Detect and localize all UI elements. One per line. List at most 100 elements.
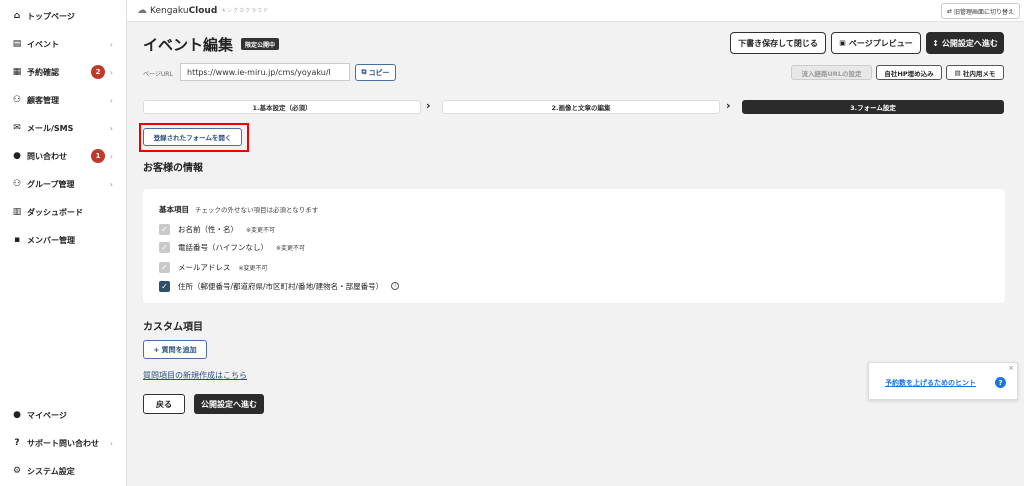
logo-prefix: Kengaku [150,5,189,16]
calendar-icon: ▦ [12,67,22,77]
hint-popup: × 予約数を上げるためのヒント ? [868,362,1018,400]
gear-icon: ⚙ [12,466,22,476]
page-url-label: ページURL [143,71,173,78]
chevron-right-icon: › [426,99,431,112]
sidebar-item-mypage[interactable]: ● マイページ [0,403,127,427]
proceed-label: 公開設定へ進む [201,399,257,409]
logo-bold: Cloud [188,5,218,16]
preview-icon: ▣ [839,39,846,47]
sidebar-item-event[interactable]: ▤ イベント › [0,32,127,56]
sidebar-item-mail[interactable]: ✉ メール/SMS › [0,116,127,140]
chevron-right-icon: › [109,39,113,49]
field-label: 住所（郵便番号/都道府県/市区町村/番地/建物名・部屋番号） [178,281,384,291]
new-question-link[interactable]: 質問項目の新規作成はこちら [143,370,247,381]
page-url-field[interactable]: https://www.ie-miru.jp/cms/yoyaku/l [180,63,350,81]
copy-url-button[interactable]: ⧉ コピー [355,64,396,81]
home-icon: ⌂ [13,11,21,21]
field-tag: ※変更不可 [276,244,306,252]
grid-icon: ▪ [13,235,21,245]
field-row-phone: ✓ 電話番号（ハイフンなし） ※変更不可 [159,241,305,253]
sidebar-item-inquiry[interactable]: ● 問い合わせ 1 › [0,144,127,168]
embed-hp-button[interactable]: 自社HP埋め込み [876,65,942,80]
back-label: 戻る [156,399,172,409]
logo-sub: キングカクラウド [221,8,270,14]
topbar: ☁ Kengaku Cloud キングカクラウド ⇄ 旧管理画面に切り替え [127,0,1024,22]
memo-icon: ▤ [954,68,961,77]
sidebar-item-label: サポート問い合わせ [27,438,99,448]
field-row-address[interactable]: ✓ 住所（郵便番号/都道府県/市区町村/番地/建物名・部屋番号） i [159,280,400,292]
inflow-url-button[interactable]: 流入経路URLの設定 [791,65,872,80]
info-icon[interactable]: i [391,282,400,290]
sidebar-item-dashboard[interactable]: ▥ ダッシュボード [0,200,127,224]
sidebar-item-members[interactable]: ▪ メンバー管理 [0,228,127,252]
mail-icon: ✉ [13,123,21,133]
field-label: メールアドレス [178,262,231,272]
customer-info-heading: お客様の情報 [143,163,203,174]
step-form-settings[interactable]: 3.フォーム設定 [742,100,1004,114]
field-row-email: ✓ メールアドレス ※変更不可 [159,261,268,273]
checkbox-name: ✓ [159,223,170,235]
page-title: イベント編集 [143,36,234,54]
field-row-name: ✓ お名前（性・名） ※変更不可 [159,223,275,235]
proceed-publish-label: 公開設定へ進む [941,38,998,48]
card-note: チェックの外せない項目は必須となります [195,206,319,214]
sidebar-item-label: グループ管理 [27,179,75,189]
chevron-right-icon: › [109,95,113,105]
arrow-icon: ↕ [932,38,939,48]
proceed-publish-button-bottom[interactable]: 公開設定へ進む [194,394,264,414]
internal-memo-label: 社内用メモ [962,69,996,78]
chevron-right-icon: › [109,67,113,77]
add-question-button[interactable]: + 質問を追加 [143,340,207,359]
sidebar-item-customers[interactable]: ⚇ 顧客管理 › [0,88,127,112]
sidebar-item-support[interactable]: ? サポート問い合わせ › [0,431,127,455]
checkbox-address[interactable]: ✓ [159,280,170,292]
embed-hp-label: 自社HP埋め込み [884,69,934,78]
sidebar-item-label: メール/SMS [27,123,74,133]
old-admin-button[interactable]: ⇄ 旧管理画面に切り替え [940,3,1020,19]
sidebar-item-label: 問い合わせ [27,151,67,161]
chevron-right-icon: › [109,438,113,448]
logo[interactable]: ☁ Kengaku Cloud キングカクラウド [137,5,269,16]
page-preview-button[interactable]: ▣ ページプレビュー [831,32,921,54]
proceed-publish-button[interactable]: ↕ 公開設定へ進む [926,32,1004,54]
step-label: 1.基本設定（必須） [252,104,312,112]
card-title: 基本項目 [159,205,189,214]
hint-link[interactable]: 予約数を上げるためのヒント [885,378,976,388]
internal-memo-button[interactable]: ▤ 社内用メモ [946,65,1004,80]
open-registered-form-button[interactable]: 登録されたフォームを開く [143,128,242,146]
basic-fields-card: 基本項目 チェックの外せない項目は必須となります ✓ お名前（性・名） ※変更不可… [143,189,1005,303]
field-label: お名前（性・名） [178,224,238,234]
step-image-text[interactable]: 2.画像と文章の編集 [442,100,720,114]
help-icon[interactable]: ? [995,377,1006,388]
help-icon: ? [14,438,20,448]
inflow-url-label: 流入経路URLの設定 [801,69,862,78]
chevron-right-icon: › [109,123,113,133]
close-icon[interactable]: × [1008,364,1014,372]
users-icon: ⚇ [12,95,22,105]
sidebar-item-label: イベント [27,39,59,49]
page-preview-label: ページプレビュー [848,38,913,48]
notification-badge: 2 [91,65,105,79]
back-button[interactable]: 戻る [143,394,185,414]
sidebar: ⌂ トップページ ▤ イベント › ▦ 予約確認 2 › ⚇ 顧客管理 › ✉ … [0,0,127,486]
sidebar-item-top[interactable]: ⌂ トップページ [0,4,127,28]
sidebar-item-label: 予約確認 [27,67,59,77]
field-label: 電話番号（ハイフンなし） [178,242,268,252]
sidebar-item-label: 顧客管理 [27,95,59,105]
sidebar-item-reservation[interactable]: ▦ 予約確認 2 › [0,60,127,84]
save-draft-close-label: 下書き保存して閉じる [738,38,818,48]
group-icon: ⚇ [12,179,22,189]
switch-icon: ⇄ [946,7,952,15]
user-icon: ● [13,410,21,420]
sidebar-item-label: メンバー管理 [27,235,75,245]
step-label: 3.フォーム設定 [850,104,896,112]
sidebar-item-settings[interactable]: ⚙ システム設定 [0,459,127,483]
sidebar-item-group[interactable]: ⚇ グループ管理 › [0,172,127,196]
step-basic-settings[interactable]: 1.基本設定（必須） [143,100,421,114]
chevron-right-icon: › [109,151,113,161]
main-content: イベント編集 限定公開中 下書き保存して閉じる ▣ ページプレビュー ↕ 公開設… [127,22,1024,486]
save-draft-close-button[interactable]: 下書き保存して閉じる [730,32,826,54]
copy-icon: ⧉ [361,68,367,76]
old-admin-label: 旧管理画面に切り替え [953,8,1014,16]
sidebar-item-label: システム設定 [27,466,75,476]
